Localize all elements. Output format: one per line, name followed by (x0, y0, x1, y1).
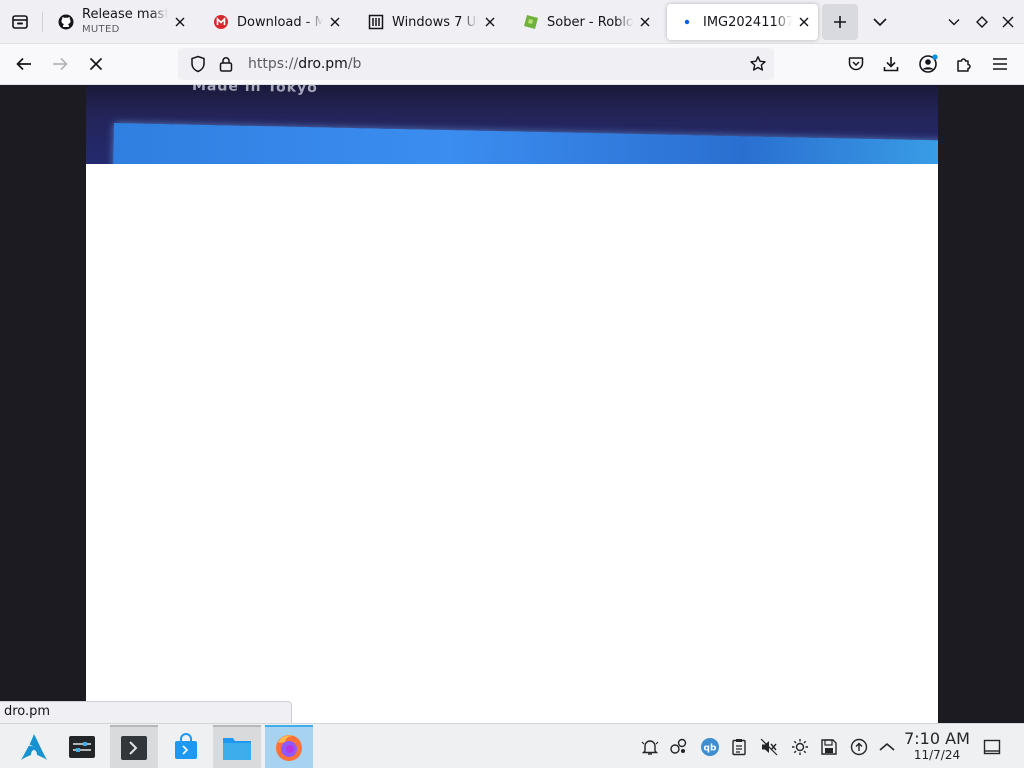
arch-launcher-icon (21, 733, 47, 760)
tab-strip: Release master MUTED Download - ME Windo… (0, 0, 1024, 44)
terminal-icon (121, 735, 147, 760)
close-tab-icon[interactable] (796, 14, 812, 30)
tracking-protection-icon[interactable] (186, 52, 210, 76)
taskbar-discover[interactable] (162, 725, 210, 768)
downloads-button[interactable] (875, 48, 907, 80)
photo-screen-glow (112, 123, 938, 164)
page-viewport: Made in Tokyo dro.pm (0, 85, 1024, 723)
close-tab-icon[interactable] (482, 14, 498, 30)
pocket-icon (848, 57, 864, 71)
tab-title: Release master (82, 7, 168, 22)
tab-title: Windows 7 Ulti (392, 14, 478, 30)
pocket-button[interactable] (840, 48, 872, 80)
navigation-toolbar: https://dro.pm/b (0, 44, 1024, 85)
close-tab-icon[interactable] (327, 14, 343, 30)
taskbar-terminal[interactable] (110, 725, 158, 768)
application-launcher[interactable] (10, 725, 58, 768)
close-icon (1002, 16, 1014, 28)
close-tab-icon[interactable] (637, 14, 653, 30)
taskbar-file-manager[interactable] (213, 725, 261, 768)
show-desktop-icon[interactable] (981, 736, 1003, 758)
tab-img[interactable]: IMG202411071 (667, 4, 818, 40)
file-manager-icon (223, 737, 251, 760)
status-text: dro.pm (4, 704, 51, 719)
image-document[interactable]: Made in Tokyo (86, 85, 938, 723)
volume-muted-icon[interactable] (758, 736, 780, 758)
archive-icon (368, 14, 384, 30)
firefox-view-button[interactable] (4, 6, 36, 38)
taskbar-system-settings[interactable] (58, 725, 106, 768)
tab-release-master[interactable]: Release master MUTED (46, 4, 194, 40)
url-path: /b (347, 56, 362, 72)
tab-title: IMG202411071 (703, 14, 792, 30)
tab-title: Download - ME (237, 14, 323, 30)
url-host: dro.pm (298, 56, 348, 72)
download-icon (883, 57, 899, 72)
tab-separator (42, 12, 43, 32)
svg-text:qb: qb (704, 744, 717, 754)
taskbar-firefox[interactable] (265, 725, 313, 768)
url-scheme: https:// (248, 56, 299, 72)
clock-date: 11/7/24 (913, 748, 961, 762)
arrow-left-icon (16, 57, 31, 71)
app-menu-button[interactable] (984, 48, 1016, 80)
maximize-icon (976, 16, 988, 28)
brightness-icon[interactable] (789, 736, 811, 758)
discover-store-icon (175, 732, 197, 759)
url-text[interactable]: https://dro.pm/b (248, 56, 361, 72)
github-icon (58, 14, 74, 30)
new-tab-button[interactable] (822, 4, 858, 40)
network-icon[interactable] (668, 736, 690, 758)
stop-icon (89, 57, 103, 71)
system-settings-icon (69, 735, 95, 758)
tab-download-mega[interactable]: Download - ME (201, 4, 349, 40)
minimize-icon (948, 19, 960, 26)
firefox-view-icon (12, 15, 28, 29)
close-window-button[interactable] (992, 6, 1024, 38)
loading-dot-icon (679, 14, 695, 30)
back-button[interactable] (8, 48, 40, 80)
stop-loading-button[interactable] (80, 48, 112, 80)
taskbar: qb 7:10 AM 11/7/24 (0, 723, 1024, 768)
expand-tray-icon[interactable] (876, 736, 898, 758)
clipboard-icon[interactable] (728, 736, 750, 758)
notifications-icon[interactable] (639, 736, 661, 758)
plus-icon (834, 16, 846, 28)
digital-clock[interactable]: 7:10 AM 11/7/24 (900, 729, 974, 763)
list-all-tabs-button[interactable] (864, 6, 896, 38)
bookmark-star-icon[interactable] (746, 52, 770, 76)
account-icon (919, 54, 938, 73)
link-status-panel: dro.pm (0, 701, 292, 723)
close-tab-icon[interactable] (172, 14, 188, 30)
photo-caption-text: Made in Tokyo (191, 85, 318, 97)
account-button[interactable] (912, 48, 944, 80)
tab-windows-7[interactable]: Windows 7 Ulti (356, 4, 504, 40)
puzzle-icon (957, 58, 971, 72)
firefox-icon (276, 734, 302, 761)
sober-icon (523, 14, 539, 30)
lock-icon[interactable] (214, 52, 238, 76)
chevron-down-icon (873, 18, 887, 27)
partially-loaded-photo: Made in Tokyo (86, 85, 938, 164)
tab-sober-roblox[interactable]: Sober - Roblox (511, 4, 659, 40)
qbittorrent-icon[interactable]: qb (699, 736, 721, 758)
forward-button[interactable] (44, 48, 76, 80)
url-bar[interactable]: https://dro.pm/b (178, 48, 774, 80)
tab-title: Sober - Roblox (547, 14, 633, 30)
mega-icon (213, 14, 229, 30)
hamburger-menu-icon (993, 58, 1007, 70)
tab-muted-label: MUTED (82, 24, 120, 35)
disks-icon[interactable] (818, 736, 840, 758)
arrow-right-icon (53, 57, 68, 71)
clock-time: 7:10 AM (904, 729, 970, 748)
updates-icon[interactable] (848, 736, 870, 758)
extensions-button[interactable] (948, 48, 980, 80)
